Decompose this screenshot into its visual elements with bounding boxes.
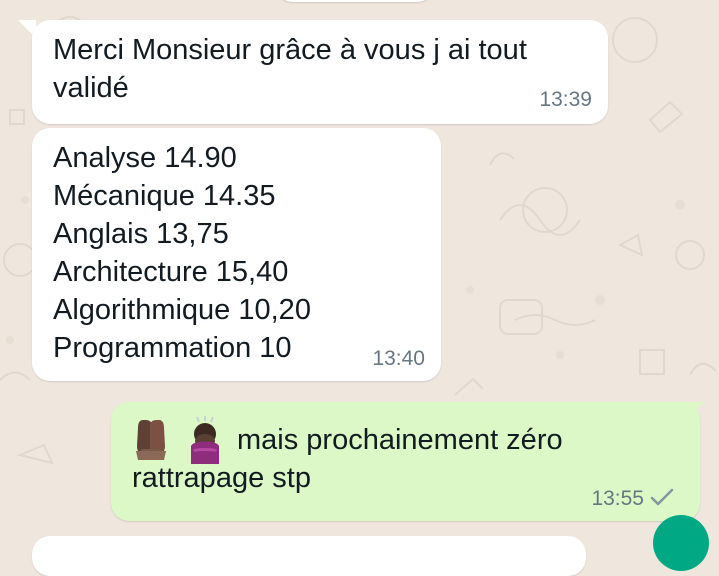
message-text: mais prochainement zéro rattrapage stp (132, 424, 563, 494)
message-bubble-outgoing[interactable]: mais prochainement zéro rattrapage stp 1… (111, 402, 700, 521)
next-message-bubble (32, 536, 586, 576)
message-text: Analyse 14.90 Mécanique 14.35 Anglais 13… (53, 142, 311, 364)
message-bubble-incoming[interactable]: Merci Monsieur grâce à vous j ai tout va… (32, 20, 608, 124)
message-time: 13:39 (539, 88, 592, 111)
message-bubble-incoming[interactable]: Analyse 14.90 Mécanique 14.35 Anglais 13… (32, 128, 441, 381)
message-text: Merci Monsieur grâce à vous j ai tout va… (53, 34, 527, 104)
sent-check-icon (650, 488, 674, 506)
previous-message-bubble (275, 0, 435, 2)
message-time: 13:55 (591, 487, 644, 510)
message-time: 13:40 (372, 347, 425, 370)
scroll-to-bottom-button[interactable] (653, 515, 709, 571)
